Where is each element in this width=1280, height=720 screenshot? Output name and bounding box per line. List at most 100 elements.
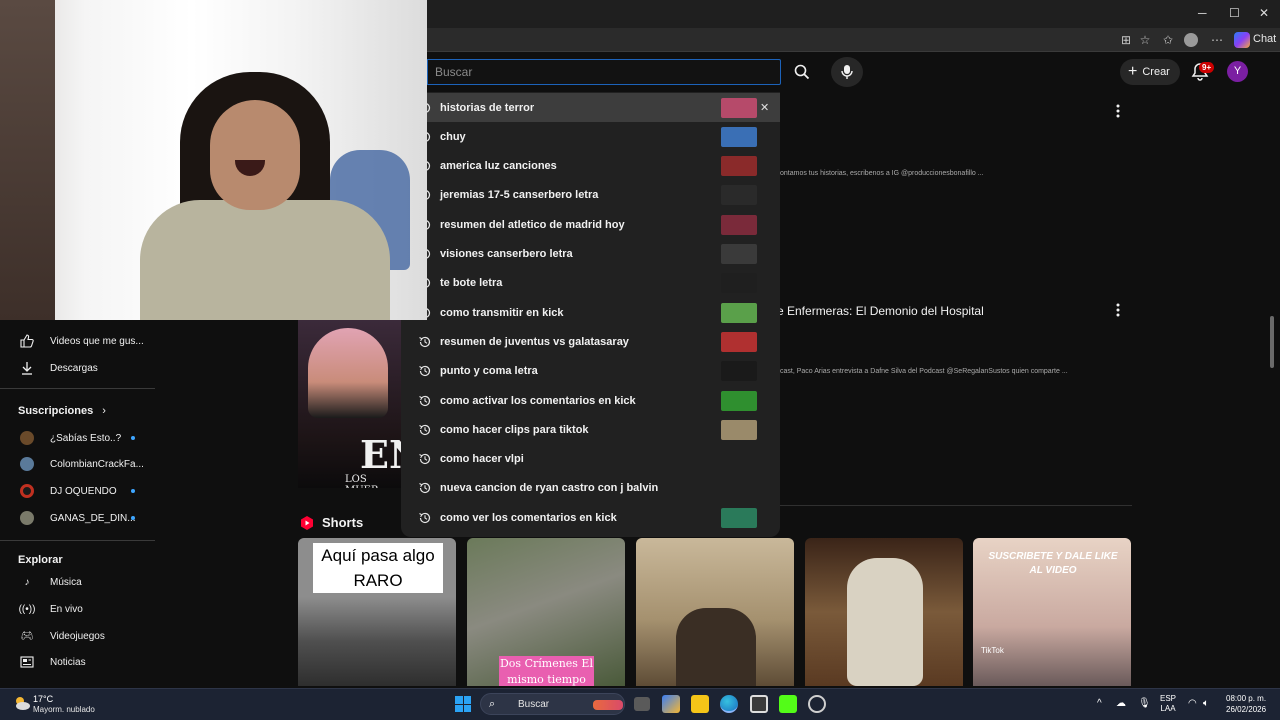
sidebar-item-gaming[interactable]: 🎮︎ Videojuegos bbox=[0, 624, 160, 648]
short-thumbnail[interactable] bbox=[636, 538, 794, 686]
subscriptions-heading[interactable]: Suscripciones › bbox=[18, 405, 106, 417]
file-explorer-icon[interactable] bbox=[691, 695, 709, 713]
channel-name: ¿Sabías Esto..? bbox=[50, 432, 122, 444]
app-available-icon[interactable]: ⊞ bbox=[1118, 32, 1134, 48]
search-suggestion[interactable]: te bote letra bbox=[401, 269, 780, 298]
new-content-dot bbox=[131, 489, 135, 493]
search-suggestion[interactable]: historias de terror ✕ bbox=[401, 93, 780, 122]
tray-overflow-icon[interactable]: ^ bbox=[1097, 698, 1102, 709]
taskbar-clock[interactable]: 08:00 p. m. 26/02/2026 bbox=[1226, 693, 1266, 715]
kick-app-icon[interactable] bbox=[779, 695, 797, 713]
search-suggestion[interactable]: jeremias 17-5 canserbero letra bbox=[401, 181, 780, 210]
short-caption: Dos Crímenes El mismo tiempo bbox=[499, 656, 594, 686]
new-content-dot bbox=[131, 516, 135, 520]
suggestion-text: america luz canciones bbox=[440, 160, 557, 173]
voice-search-button[interactable] bbox=[831, 57, 863, 87]
search-icon: ⌕ bbox=[489, 698, 496, 710]
search-suggestion[interactable]: resumen de juventus vs galatasaray bbox=[401, 327, 780, 356]
search-button[interactable] bbox=[786, 57, 818, 87]
search-input[interactable] bbox=[428, 60, 780, 84]
history-icon bbox=[419, 424, 431, 435]
favorites-bar-icon[interactable]: ✩ bbox=[1160, 32, 1176, 48]
taskbar-search-label: Buscar bbox=[518, 699, 550, 710]
video-title[interactable]: e Enfermeras: El Demonio del Hospital bbox=[777, 304, 984, 318]
sidebar-item-label: En vivo bbox=[50, 603, 83, 615]
search-suggestion[interactable]: como hacer vlpi bbox=[401, 445, 780, 474]
search-suggestion[interactable]: visiones canserbero letra bbox=[401, 240, 780, 269]
start-button[interactable] bbox=[455, 696, 471, 712]
video-thumbnail[interactable]: EN LOS MUER bbox=[298, 320, 403, 488]
download-icon bbox=[20, 361, 34, 375]
sidebar-subscription-item[interactable]: ColombianCrackFa... bbox=[0, 452, 160, 476]
short-thumbnail[interactable]: Dos Crímenes El mismo tiempo bbox=[467, 538, 625, 686]
history-icon bbox=[419, 336, 431, 347]
thumbnail-person-image bbox=[308, 328, 388, 418]
sidebar-subscription-item[interactable]: DJ OQUENDO bbox=[0, 479, 160, 503]
account-avatar[interactable]: Y bbox=[1227, 61, 1248, 82]
short-thumbnail[interactable] bbox=[805, 538, 963, 686]
webcam-person-body bbox=[140, 200, 390, 320]
weather-cloud-icon[interactable] bbox=[13, 694, 31, 712]
search-suggestion[interactable]: como hacer clips para tiktok bbox=[401, 415, 780, 444]
search-suggestion[interactable]: chuy bbox=[401, 122, 780, 151]
clock-time: 08:00 p. m. bbox=[1226, 694, 1267, 703]
weather-description[interactable]: Mayorm. nublado bbox=[33, 705, 95, 714]
live-icon: ((•)) bbox=[18, 603, 36, 615]
remove-suggestion-close-icon[interactable]: ✕ bbox=[760, 101, 769, 114]
copilot-chat-label[interactable]: Chat bbox=[1253, 33, 1276, 45]
webcam-door-image bbox=[0, 0, 55, 320]
favorite-star-icon[interactable]: ☆ bbox=[1137, 32, 1153, 48]
task-view-icon[interactable] bbox=[634, 697, 650, 711]
video-menu-icon[interactable] bbox=[1116, 104, 1120, 118]
input-language[interactable]: ESP LAA bbox=[1160, 694, 1176, 714]
store-app-icon[interactable] bbox=[750, 695, 768, 713]
profile-icon[interactable] bbox=[1184, 33, 1198, 47]
taskbar-search[interactable]: ⌕ Buscar bbox=[480, 693, 625, 715]
sidebar-subscription-item[interactable]: ¿Sabías Esto..? bbox=[0, 426, 160, 450]
close-window-button[interactable]: ✕ bbox=[1259, 6, 1269, 20]
sidebar-item-live[interactable]: ((•)) En vivo bbox=[0, 597, 160, 621]
search-suggestion[interactable]: como activar los comentarios en kick bbox=[401, 386, 780, 415]
suggestion-text: resumen de juventus vs galatasaray bbox=[440, 335, 629, 348]
obs-app-icon[interactable] bbox=[808, 695, 826, 713]
search-suggestion[interactable]: punto y coma letra bbox=[401, 357, 780, 386]
edge-browser-icon[interactable] bbox=[720, 695, 738, 713]
search-box[interactable] bbox=[427, 59, 781, 85]
search-suggestion[interactable]: nueva cancion de ryan castro con j balvi… bbox=[401, 474, 780, 503]
short-thumbnail[interactable]: Aquí pasa algo RARO bbox=[298, 538, 456, 686]
search-suggestion[interactable]: resumen del atletico de madrid hoy bbox=[401, 210, 780, 239]
suggestion-thumbnail bbox=[721, 214, 757, 235]
tray-app-icon[interactable]: ☁ bbox=[1116, 698, 1126, 709]
maximize-button[interactable]: ☐ bbox=[1229, 6, 1240, 20]
suggestion-thumbnail bbox=[721, 302, 757, 323]
minimize-button[interactable]: ─ bbox=[1198, 6, 1207, 20]
suggestion-thumbnail bbox=[721, 97, 757, 118]
wifi-icon[interactable]: ◠ bbox=[1188, 698, 1197, 709]
sidebar-item-downloads[interactable]: Descargas bbox=[0, 356, 160, 380]
create-button[interactable]: + Crear bbox=[1120, 59, 1180, 85]
search-suggestion[interactable]: como ver los comentarios en kick bbox=[401, 503, 780, 532]
page-scrollbar[interactable] bbox=[1270, 316, 1274, 368]
new-content-dot bbox=[131, 436, 135, 440]
volume-icon[interactable]: 🔈︎ bbox=[1203, 698, 1209, 709]
history-icon bbox=[419, 512, 431, 523]
microphone-tray-icon[interactable]: 🎙︎ bbox=[1138, 698, 1151, 709]
search-suggestion[interactable]: como transmitir en kick bbox=[401, 298, 780, 327]
short-thumbnail[interactable]: SUSCRIBETE Y DALE LIKE AL VIDEO TikTok bbox=[973, 538, 1131, 686]
short-caption: Aquí pasa algo RARO bbox=[313, 543, 443, 593]
weather-temperature[interactable]: 17°C bbox=[33, 694, 53, 704]
widgets-app-icon[interactable] bbox=[662, 695, 680, 713]
sidebar-item-liked-videos[interactable]: Videos que me gus... bbox=[0, 329, 160, 353]
sidebar-item-music[interactable]: ♪ Música bbox=[0, 570, 160, 594]
channel-avatar bbox=[20, 457, 34, 471]
more-options-icon[interactable]: ⋯ bbox=[1209, 32, 1225, 48]
sidebar-subscription-item[interactable]: GANAS_DE_DIN... bbox=[0, 506, 160, 530]
search-suggestion[interactable]: america luz canciones bbox=[401, 152, 780, 181]
copilot-icon[interactable] bbox=[1234, 32, 1250, 48]
suggestion-thumbnail bbox=[721, 156, 757, 177]
sidebar-item-news[interactable]: Noticias bbox=[0, 650, 160, 674]
section-divider bbox=[780, 505, 1132, 506]
webcam-overlay bbox=[0, 0, 427, 320]
channel-avatar bbox=[20, 484, 34, 498]
video-menu-icon[interactable] bbox=[1116, 303, 1120, 317]
